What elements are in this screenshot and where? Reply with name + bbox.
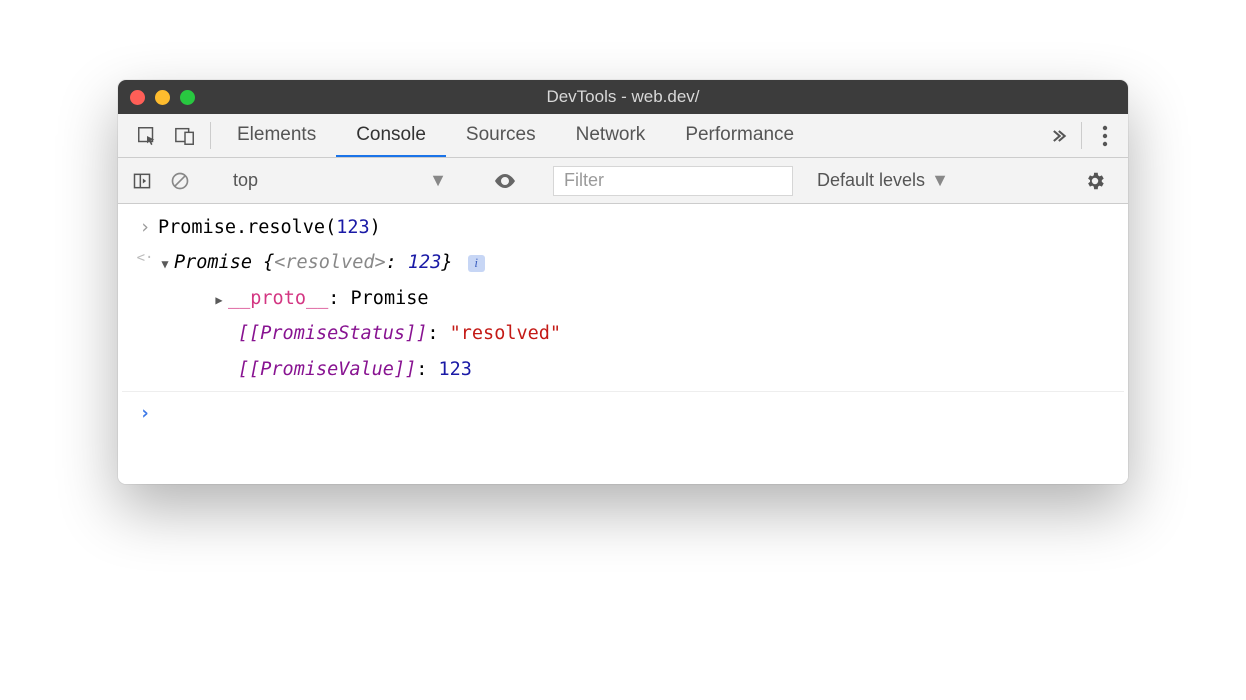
more-tabs-icon[interactable] (1041, 114, 1075, 157)
context-selector[interactable]: top ▼ (227, 166, 457, 196)
sidebar-toggle-icon[interactable] (128, 171, 156, 191)
separator (122, 391, 1124, 392)
input-expression: Promise.resolve(123) (158, 212, 1114, 243)
prompt-chevron-icon: › (132, 398, 158, 429)
filter-input[interactable] (553, 166, 793, 196)
console-output: › Promise.resolve(123) <· ▼Promise {<res… (118, 204, 1128, 484)
console-prompt[interactable]: › (122, 396, 1124, 431)
result-header: ▼Promise {<resolved>: 123} i (158, 247, 1114, 278)
tab-network[interactable]: Network (556, 114, 666, 157)
minimize-button[interactable] (155, 90, 170, 105)
traffic-lights (130, 90, 195, 105)
tab-elements[interactable]: Elements (217, 114, 336, 157)
result-proto-row[interactable]: ▶__proto__: Promise (122, 281, 1124, 316)
disclosure-triangle-closed-icon[interactable]: ▶ (212, 290, 226, 310)
settings-icon[interactable] (1084, 170, 1118, 192)
result-value-row: [[PromiseValue]]: 123 (122, 352, 1124, 387)
close-button[interactable] (130, 90, 145, 105)
titlebar: DevTools - web.dev/ (118, 80, 1128, 114)
console-input-echo: › Promise.resolve(123) (122, 210, 1124, 245)
chevron-down-icon: ▼ (931, 170, 949, 191)
log-levels-selector[interactable]: Default levels ▼ (817, 170, 949, 191)
devtools-window: DevTools - web.dev/ Elements Console Sou… (118, 80, 1128, 484)
live-expression-icon[interactable] (490, 169, 520, 193)
window-title: DevTools - web.dev/ (118, 87, 1128, 107)
separator (1081, 122, 1082, 149)
tab-performance[interactable]: Performance (665, 114, 814, 157)
console-toolbar: top ▼ Default levels ▼ (118, 158, 1128, 204)
levels-label: Default levels (817, 170, 925, 191)
device-toggle-icon[interactable] (166, 114, 204, 157)
tab-console[interactable]: Console (336, 114, 446, 157)
input-chevron-icon: › (132, 212, 158, 243)
maximize-button[interactable] (180, 90, 195, 105)
result-status-row: [[PromiseStatus]]: "resolved" (122, 316, 1124, 351)
console-result[interactable]: <· ▼Promise {<resolved>: 123} i (122, 245, 1124, 280)
disclosure-triangle-open-icon[interactable]: ▼ (158, 254, 172, 274)
info-badge-icon[interactable]: i (468, 255, 485, 272)
output-chevron-icon: <· (132, 247, 158, 271)
clear-console-icon[interactable] (166, 171, 194, 191)
inspect-icon[interactable] (128, 114, 166, 157)
chevron-down-icon: ▼ (429, 170, 447, 191)
tabs: Elements Console Sources Network Perform… (217, 114, 1041, 157)
context-label: top (233, 170, 258, 191)
tabbar: Elements Console Sources Network Perform… (118, 114, 1128, 158)
separator (210, 122, 211, 149)
kebab-menu-icon[interactable] (1088, 114, 1122, 157)
tab-sources[interactable]: Sources (446, 114, 556, 157)
